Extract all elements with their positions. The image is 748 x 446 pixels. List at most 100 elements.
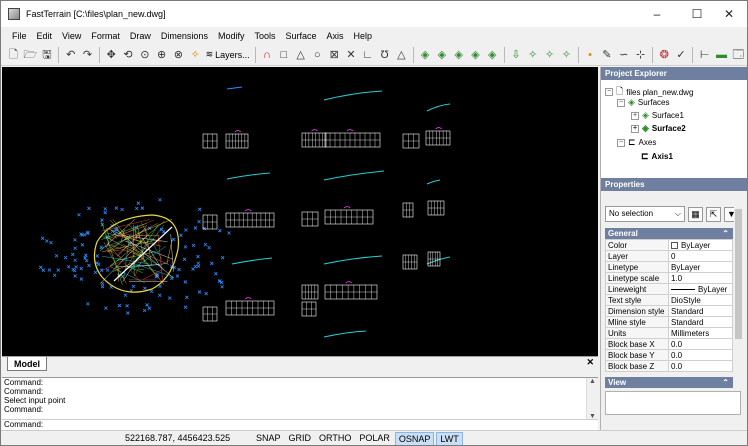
snap-toggle[interactable]: SNAP — [253, 432, 284, 445]
command-scrollbar[interactable]: ▲ ▼ — [586, 378, 598, 420]
rectangle-icon[interactable]: □ — [276, 47, 291, 63]
command-input[interactable]: Command: — [2, 419, 598, 430]
quick-select-icon[interactable]: ▦ — [688, 206, 703, 222]
lwt-toggle[interactable]: LWT — [436, 432, 463, 445]
pen-icon[interactable]: ✎ — [600, 47, 615, 63]
save-icon[interactable]: 🖫 — [40, 47, 55, 63]
scrollbar-thumb[interactable] — [735, 209, 742, 339]
axis-tool-icon[interactable]: ✧ — [525, 47, 540, 63]
tree-node-surface2[interactable]: + ◈ Surface2 — [631, 123, 686, 134]
view-section-header[interactable]: View ⌃ — [605, 377, 733, 388]
cross-icon[interactable]: ✕ — [344, 47, 359, 63]
property-value[interactable]: ByLayer — [668, 261, 733, 273]
menu-format[interactable]: Format — [86, 28, 125, 44]
crosshair-icon[interactable]: ⊹ — [633, 47, 648, 63]
menu-draw[interactable]: Draw — [125, 28, 156, 44]
box-x-icon[interactable]: ⊠ — [327, 47, 342, 63]
property-value[interactable]: ByLayer — [668, 283, 733, 295]
pan-icon[interactable]: ✥ — [104, 47, 119, 63]
layers-button[interactable]: ≋ Layers... — [204, 47, 252, 63]
axis-edit-icon[interactable]: ✧ — [559, 47, 574, 63]
check-icon[interactable]: ✓ — [674, 47, 689, 63]
menu-dimensions[interactable]: Dimensions — [156, 28, 213, 44]
menu-surface[interactable]: Surface — [280, 28, 321, 44]
properties-scrollbar[interactable] — [734, 197, 743, 381]
expand-icon[interactable]: + — [631, 111, 639, 120]
collapse-section-icon[interactable]: ⌃ — [722, 228, 729, 239]
shape-icon[interactable]: Ʊ — [377, 47, 392, 63]
grid-toggle[interactable]: GRID — [286, 432, 315, 445]
surface-add-icon[interactable]: ◈ — [434, 47, 449, 63]
zoom-window-icon[interactable]: ⊙ — [137, 47, 152, 63]
circle-icon[interactable]: ○ — [310, 47, 325, 63]
menu-tools[interactable]: Tools — [249, 28, 280, 44]
expand-icon[interactable]: + — [631, 124, 639, 133]
polar-toggle[interactable]: POLAR — [356, 432, 393, 445]
arc-icon[interactable]: ∩ — [260, 47, 275, 63]
import-points-icon[interactable]: ⇩ — [509, 47, 524, 63]
menu-modify[interactable]: Modify — [213, 28, 250, 44]
property-row[interactable]: Block base Z 0.0 — [605, 360, 733, 372]
export-icon[interactable]: 🗔 — [731, 47, 746, 63]
delta-icon[interactable]: △ — [394, 47, 409, 63]
tree-node-surface1[interactable]: + ◈ Surface1 — [631, 110, 684, 121]
profile-icon[interactable]: ⊢ — [697, 47, 712, 63]
osnap-toggle[interactable]: OSNAP — [394, 432, 435, 445]
open-folder-icon[interactable]: 🗁 — [23, 47, 38, 63]
point-icon[interactable]: • — [583, 47, 598, 63]
tree-node-axis1[interactable]: ⊏ Axis1 — [641, 151, 673, 162]
property-row[interactable]: Text style DioStyle — [605, 294, 733, 306]
property-row[interactable]: Block base Y 0.0 — [605, 349, 733, 361]
property-row[interactable]: Block base X 0.0 — [605, 338, 733, 350]
property-value[interactable]: 0 — [668, 250, 733, 262]
scroll-up-icon[interactable]: ▲ — [589, 378, 596, 385]
canvas-close-icon[interactable]: ✕ — [586, 357, 594, 368]
minimize-button[interactable]: – — [637, 1, 677, 27]
menu-help[interactable]: Help — [349, 28, 378, 44]
triangle-icon[interactable]: △ — [293, 47, 308, 63]
drawing-canvas[interactable] — [2, 67, 598, 356]
property-value[interactable]: DioStyle — [668, 294, 733, 306]
collapse-icon[interactable]: − — [617, 98, 625, 107]
new-file-icon[interactable]: 🗋 — [6, 47, 21, 63]
collapse-icon[interactable]: − — [617, 138, 625, 147]
property-value[interactable]: Millimeters — [668, 327, 733, 339]
property-row[interactable]: Layer 0 — [605, 250, 733, 262]
tree-node-surfaces[interactable]: − ◈ Surfaces — [617, 97, 670, 108]
property-value[interactable]: ByLayer — [668, 239, 733, 251]
zoom-realtime-icon[interactable]: ⟲ — [121, 47, 136, 63]
property-value[interactable]: Standard — [668, 305, 733, 317]
property-value[interactable]: Standard — [668, 316, 733, 328]
menu-view[interactable]: View — [57, 28, 86, 44]
curve-icon[interactable]: ∽ — [616, 47, 631, 63]
property-row[interactable]: Mline style Standard — [605, 316, 733, 328]
redo-icon[interactable]: ↷ — [80, 47, 95, 63]
surface-edit-icon[interactable]: ◈ — [451, 47, 466, 63]
model-tab[interactable]: Model — [7, 357, 47, 371]
terrain-icon[interactable]: ▬ — [714, 47, 729, 63]
close-button[interactable]: ✕ — [709, 1, 747, 27]
property-value[interactable]: 0.0 — [668, 338, 733, 350]
menu-edit[interactable]: Edit — [32, 28, 58, 44]
select-objects-icon[interactable]: ⇱ — [706, 206, 721, 222]
zoom-previous-icon[interactable]: ⊗ — [171, 47, 186, 63]
property-row[interactable]: Color ByLayer — [605, 239, 733, 251]
menu-file[interactable]: File — [7, 28, 32, 44]
property-row[interactable]: Linetype ByLayer — [605, 261, 733, 273]
property-row[interactable]: Lineweight ByLayer — [605, 283, 733, 295]
axis-add-icon[interactable]: ✧ — [542, 47, 557, 63]
surface-tool-icon[interactable]: ◈ — [418, 47, 433, 63]
style-icon[interactable]: ❂ — [657, 47, 672, 63]
surface-properties-icon[interactable]: ◈ — [485, 47, 500, 63]
ortho-toggle[interactable]: ORTHO — [316, 432, 354, 445]
property-value[interactable]: 0.0 — [668, 349, 733, 361]
selection-dropdown[interactable]: No selection ⌵ — [605, 206, 685, 222]
property-row[interactable]: Units Millimeters — [605, 327, 733, 339]
property-row[interactable]: Dimension style Standard — [605, 305, 733, 317]
property-value[interactable]: 0.0 — [668, 360, 733, 372]
undo-icon[interactable]: ↶ — [63, 47, 78, 63]
property-row[interactable]: Linetype scale 1.0 — [605, 272, 733, 284]
surface-delete-icon[interactable]: ◈ — [468, 47, 483, 63]
general-section-header[interactable]: General ⌃ — [605, 228, 733, 239]
tree-node-axes[interactable]: − ⊏ Axes — [617, 137, 656, 148]
